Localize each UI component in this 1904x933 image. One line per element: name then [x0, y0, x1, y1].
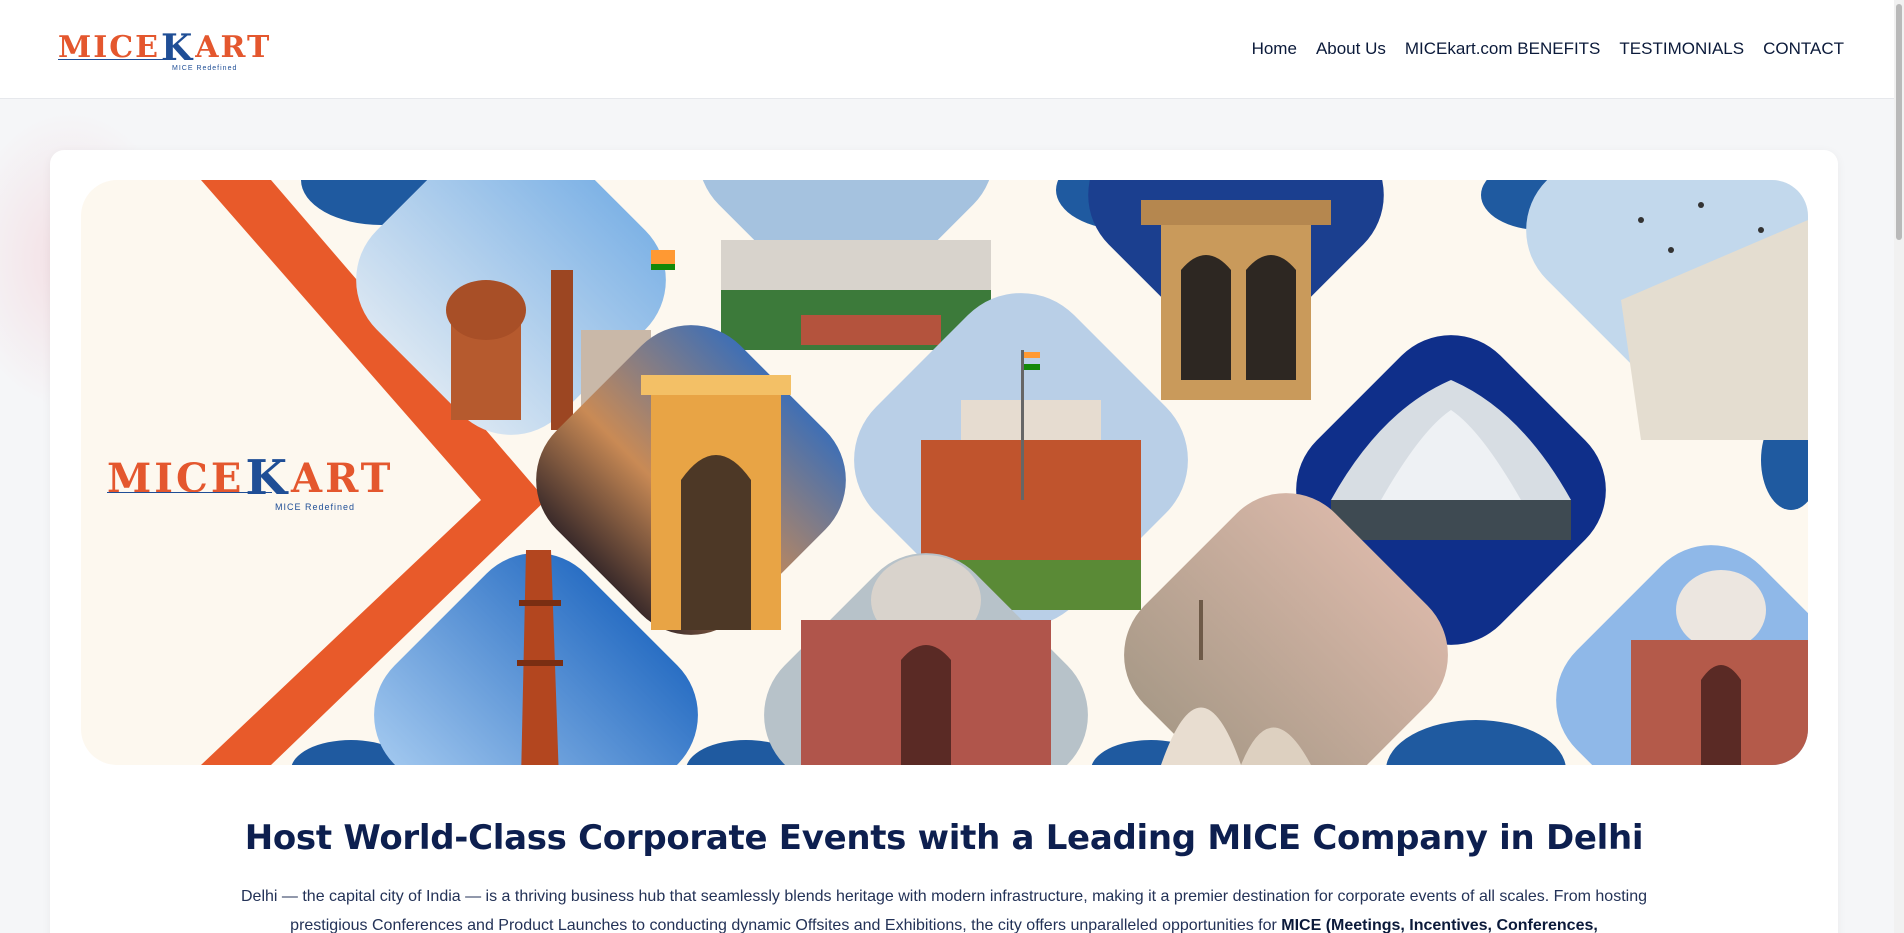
main-nav: Home About Us MICEkart.com BENEFITS TEST… — [1252, 39, 1844, 59]
intro-bold-text: MICE (Meetings, Incentives, Conferences, — [1281, 917, 1598, 933]
page-scrollbar[interactable] — [1894, 0, 1904, 933]
banner-logo-text-right: ART — [291, 454, 394, 502]
nav-testimonials[interactable]: TESTIMONIALS — [1619, 39, 1744, 59]
banner-logo: MICE K ART MICE Redefined — [107, 450, 393, 512]
site-logo[interactable]: MICE K ART MICE Redefined — [58, 27, 271, 72]
intro-paragraph: Delhi — the capital city of India — is a… — [240, 882, 1648, 933]
banner-logo-wordmark: MICE K ART — [107, 450, 393, 506]
banner-logo-k-figure: K — [245, 450, 291, 506]
logo-text-right: ART — [195, 30, 272, 65]
logo-tagline: MICE Redefined — [172, 64, 238, 72]
scrollbar-thumb[interactable] — [1896, 4, 1902, 240]
decor-blob — [1386, 720, 1566, 765]
page-headline: Host World-Class Corporate Events with a… — [244, 818, 1644, 858]
nav-home[interactable]: Home — [1252, 39, 1297, 59]
banner-logo-text-left: MICE — [107, 454, 245, 502]
banner-logo-underline — [107, 492, 272, 493]
nav-benefits[interactable]: MICEkart.com BENEFITS — [1405, 39, 1601, 59]
nav-contact[interactable]: CONTACT — [1763, 39, 1844, 59]
logo-k-figure: K — [160, 26, 195, 69]
logo-underline — [58, 58, 170, 60]
nav-about-us[interactable]: About Us — [1316, 39, 1386, 59]
hero-banner: MICE K ART MICE Redefined — [81, 180, 1808, 765]
hero-card: MICE K ART MICE Redefined Host World-Class… — [50, 150, 1838, 933]
site-header: MICE K ART MICE Redefined Home About Us MI… — [0, 0, 1894, 99]
logo-text-left: MICE — [58, 30, 160, 65]
banner-logo-tagline: MICE Redefined — [275, 502, 356, 512]
logo-wordmark: MICE K ART — [58, 27, 271, 69]
